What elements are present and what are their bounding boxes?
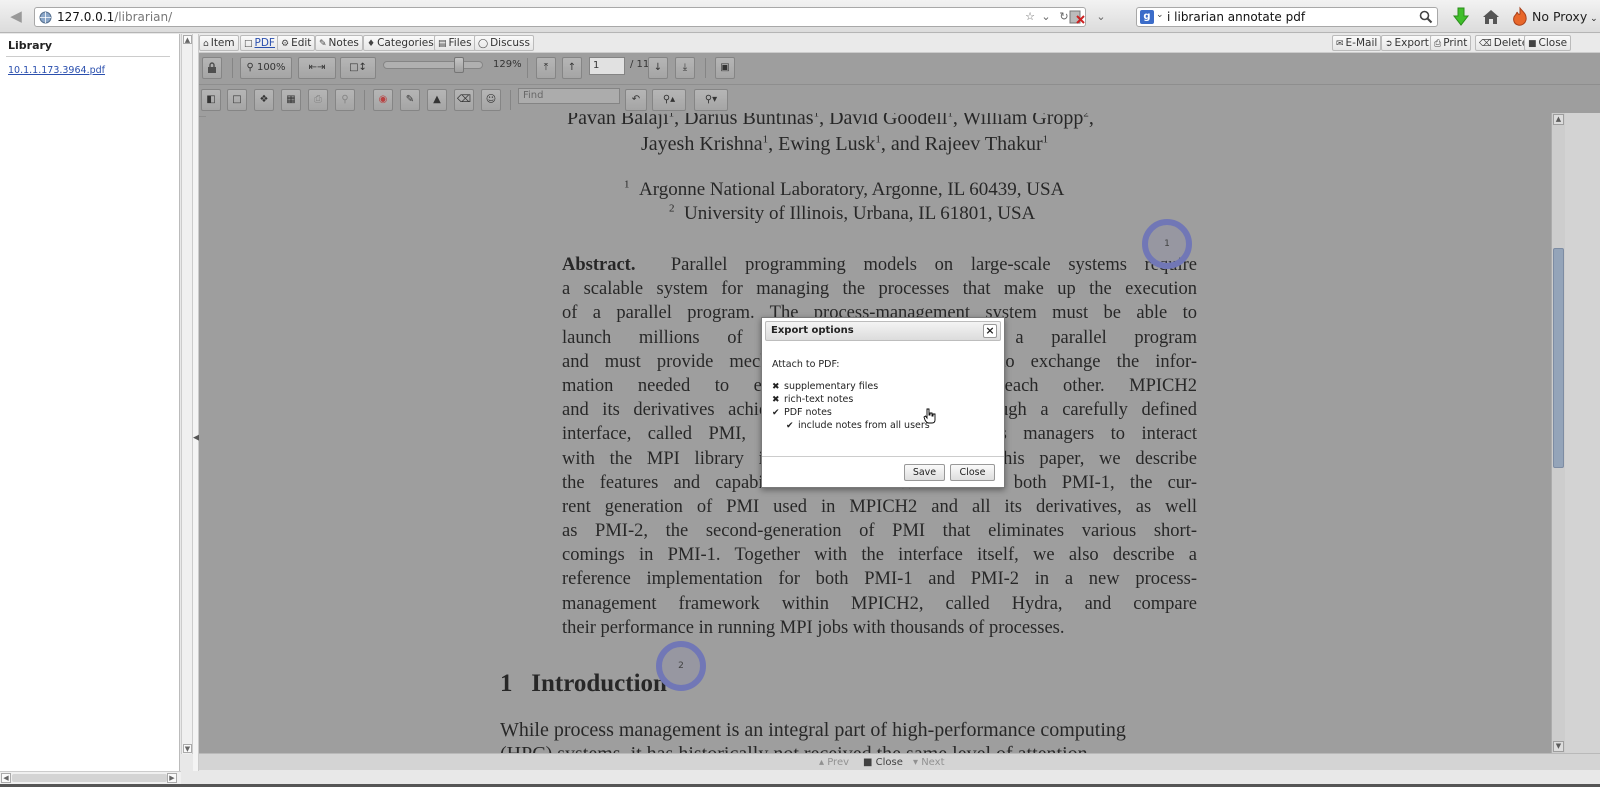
scroll-up-arrow-icon[interactable]: ▲: [183, 35, 192, 44]
library-divider: [6, 56, 170, 57]
search-query: i librarian annotate pdf: [1167, 10, 1306, 24]
adblock-icon[interactable]: [1068, 8, 1090, 30]
close-item-button[interactable]: ■ Close: [1524, 35, 1572, 51]
dialog-divider: [762, 456, 1004, 457]
browser-nav-bar: ◀ 127.0.0.1/librarian/ ☆ ⌄ ↻ ⌄ g ⌄ i lib…: [0, 0, 1600, 33]
files-icon: ▤: [438, 39, 447, 49]
pencil-icon: ✎: [319, 39, 327, 49]
scroll-left-arrow-icon[interactable]: ◀: [1, 773, 11, 783]
url-dropdown-icon[interactable]: ⌄: [1039, 10, 1053, 24]
library-title: Library: [8, 39, 53, 52]
horizontal-scroll-thumb[interactable]: [12, 774, 167, 782]
trash-icon: ⌫: [1479, 39, 1492, 49]
print-button[interactable]: ⎙ Print: [1430, 35, 1472, 51]
search-bar[interactable]: g ⌄ i librarian annotate pdf: [1136, 7, 1438, 27]
search-icon[interactable]: [1419, 10, 1433, 24]
tag-icon: ♦: [367, 39, 376, 49]
option-supplementary-files[interactable]: ✖ supplementary files: [772, 381, 878, 392]
option-pdf-notes[interactable]: ✔ PDF notes: [772, 407, 832, 418]
tab-files[interactable]: ▤ Files: [434, 35, 476, 51]
library-horizontal-scrollbar[interactable]: ◀ ▶: [0, 771, 181, 784]
attach-to-pdf-label: Attach to PDF:: [772, 359, 840, 370]
download-icon[interactable]: [1450, 6, 1472, 28]
print-icon: ⎙: [1434, 39, 1442, 49]
cross-icon: ✖: [772, 395, 780, 405]
tab-discuss[interactable]: ◯ Discuss: [474, 35, 534, 51]
home-icon: ⌂: [203, 39, 209, 49]
engine-dropdown-icon[interactable]: ⌄: [1156, 10, 1164, 20]
proxy-label[interactable]: No Proxy ⌄: [1532, 9, 1598, 24]
tab-pdf[interactable]: □ PDF: [240, 35, 279, 51]
globe-icon: [39, 11, 52, 24]
tab-categories[interactable]: ♦ Categories: [363, 35, 438, 51]
check-icon: ✔: [772, 408, 780, 418]
library-panel: Library 10.1.1.173.3964.pdf: [0, 34, 180, 771]
library-vertical-scrollbar[interactable]: ▲ ▼: [181, 34, 193, 754]
cross-icon: ✖: [772, 382, 780, 392]
email-button[interactable]: ✉ E-Mail: [1332, 35, 1382, 51]
proxy-icon[interactable]: [1510, 6, 1532, 28]
scroll-down-arrow-icon[interactable]: ▼: [183, 744, 192, 753]
scroll-right-arrow-icon[interactable]: ▶: [167, 773, 177, 783]
export-button[interactable]: ➲ Export: [1381, 35, 1433, 51]
close-button[interactable]: Close: [950, 464, 995, 481]
back-button[interactable]: ◀: [6, 7, 26, 25]
option-rich-text-notes[interactable]: ✖ rich-text notes: [772, 394, 853, 405]
chat-icon: ◯: [478, 39, 489, 49]
save-button[interactable]: Save: [904, 464, 945, 481]
url-bar[interactable]: 127.0.0.1/librarian/ ☆ ⌄ ↻: [34, 7, 1086, 27]
close-icon: ■: [1528, 39, 1537, 49]
home-icon[interactable]: [1480, 6, 1502, 28]
tab-edit[interactable]: ⚙ Edit: [277, 35, 316, 51]
google-engine-icon[interactable]: g: [1140, 10, 1154, 24]
option-include-all-users[interactable]: ✔ include notes from all users: [786, 420, 930, 431]
check-icon: ✔: [786, 421, 794, 431]
tab-notes[interactable]: ✎ Notes: [315, 35, 363, 51]
item-tabs: ⌂ Item □ PDF ⚙ Edit ✎ Notes ♦ Categories ▤ Fil…: [199, 34, 1600, 53]
library-file-link[interactable]: 10.1.1.173.3964.pdf: [8, 65, 105, 76]
dialog-header[interactable]: Export options ×: [765, 321, 1001, 341]
url-text: 127.0.0.1/librarian/: [57, 10, 173, 24]
mail-icon: ✉: [1336, 39, 1344, 49]
export-icon: ➲: [1385, 39, 1393, 49]
gear-icon: ⚙: [281, 39, 290, 49]
tab-item[interactable]: ⌂ Item: [199, 35, 239, 51]
export-options-dialog: Export options × Attach to PDF: ✖ supplem…: [761, 317, 1005, 488]
adblock-dropdown-icon[interactable]: ⌄: [1094, 10, 1108, 24]
hand-cursor-icon: [923, 408, 936, 424]
bookmark-star-icon[interactable]: ☆: [1023, 10, 1037, 24]
dialog-title: Export options: [771, 325, 854, 336]
dialog-close-icon[interactable]: ×: [983, 324, 997, 338]
document-icon: □: [244, 39, 253, 49]
